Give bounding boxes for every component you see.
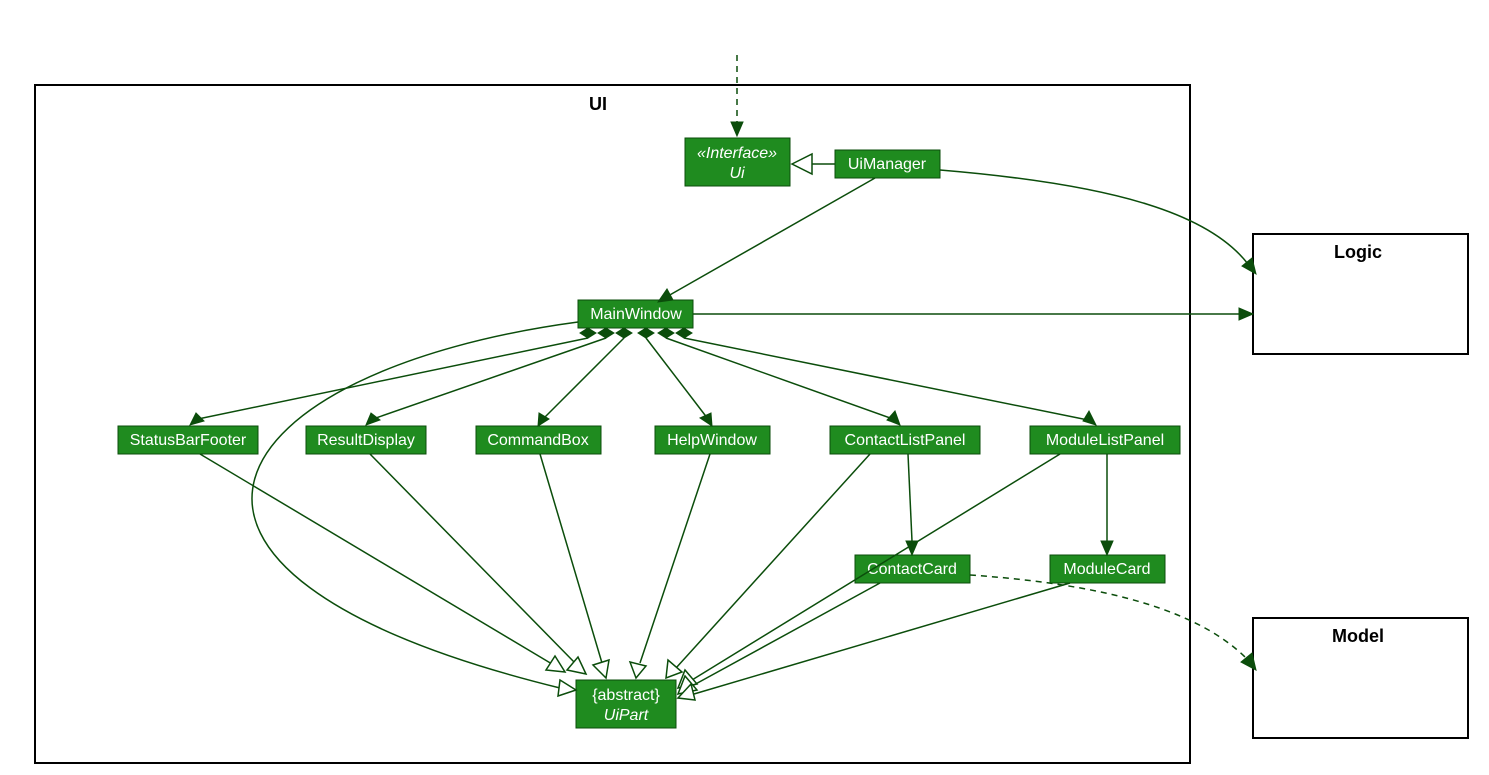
class-ui-interface-stereo: «Interface» bbox=[697, 145, 777, 162]
class-ui-interface-name: Ui bbox=[729, 165, 745, 182]
rel-uimanager-to-mainwindow bbox=[658, 178, 875, 302]
package-logic-label: Logic bbox=[1334, 242, 1382, 262]
class-result-display-name: ResultDisplay bbox=[317, 432, 415, 449]
class-module-list-panel-name: ModuleListPanel bbox=[1046, 432, 1164, 449]
rel-modulelistpanel-gen-uipart bbox=[678, 454, 1060, 688]
class-module-card-name: ModuleCard bbox=[1063, 561, 1150, 578]
rel-modulelistpanel-to-modulecard bbox=[1101, 454, 1113, 555]
class-contact-list-panel: ContactListPanel bbox=[830, 426, 980, 454]
class-help-window-name: HelpWindow bbox=[667, 432, 757, 449]
package-model-label: Model bbox=[1332, 626, 1384, 646]
class-ui-manager: UiManager bbox=[835, 150, 940, 178]
rel-commandbox-gen-uipart bbox=[540, 454, 609, 678]
package-ui: UI bbox=[35, 85, 1190, 763]
rel-mainwindow-comp-statusbarfooter bbox=[190, 328, 596, 425]
package-ui-label: UI bbox=[589, 94, 607, 114]
class-contact-list-panel-name: ContactListPanel bbox=[845, 432, 966, 449]
rel-resultdisplay-gen-uipart bbox=[370, 454, 586, 674]
class-status-bar-footer: StatusBarFooter bbox=[118, 426, 258, 454]
class-ui-manager-name: UiManager bbox=[848, 156, 927, 173]
rel-uimanager-to-logic bbox=[940, 170, 1256, 274]
class-status-bar-footer-name: StatusBarFooter bbox=[130, 432, 247, 449]
class-help-window: HelpWindow bbox=[655, 426, 770, 454]
rel-uimanager-realizes-ui bbox=[792, 154, 835, 174]
package-model: Model bbox=[1253, 618, 1468, 738]
class-ui-part: {abstract} UiPart bbox=[576, 680, 676, 728]
rel-mainwindow-comp-helpwindow bbox=[638, 328, 712, 426]
rel-contactlistpanel-to-contactcard bbox=[906, 454, 918, 555]
class-command-box-name: CommandBox bbox=[487, 432, 588, 449]
rel-statusbarfooter-gen-uipart bbox=[200, 454, 565, 672]
class-command-box: CommandBox bbox=[476, 426, 601, 454]
class-main-window-name: MainWindow bbox=[590, 306, 682, 323]
class-main-window: MainWindow bbox=[578, 300, 693, 328]
class-ui-interface: «Interface» Ui bbox=[685, 138, 790, 186]
class-module-card: ModuleCard bbox=[1050, 555, 1165, 583]
class-ui-part-name: UiPart bbox=[604, 707, 649, 724]
rel-mainwindow-comp-modulelistpanel bbox=[676, 328, 1096, 425]
rel-mainwindow-gen-uipart bbox=[252, 322, 578, 696]
uml-class-diagram: UI Logic Model «Interface» Ui UiManager … bbox=[0, 0, 1489, 775]
class-ui-part-stereo: {abstract} bbox=[592, 687, 660, 704]
class-module-list-panel: ModuleListPanel bbox=[1030, 426, 1180, 454]
package-logic: Logic bbox=[1253, 234, 1468, 354]
class-result-display: ResultDisplay bbox=[306, 426, 426, 454]
rel-mainwindow-comp-commandbox bbox=[538, 328, 632, 426]
rel-contactcard-gen-uipart bbox=[678, 583, 880, 694]
rel-external-to-ui bbox=[731, 55, 743, 136]
rel-cards-dep-model bbox=[970, 575, 1256, 670]
rel-mainwindow-comp-contactlistpanel bbox=[658, 328, 900, 425]
rel-mainwindow-to-logic bbox=[693, 308, 1253, 320]
